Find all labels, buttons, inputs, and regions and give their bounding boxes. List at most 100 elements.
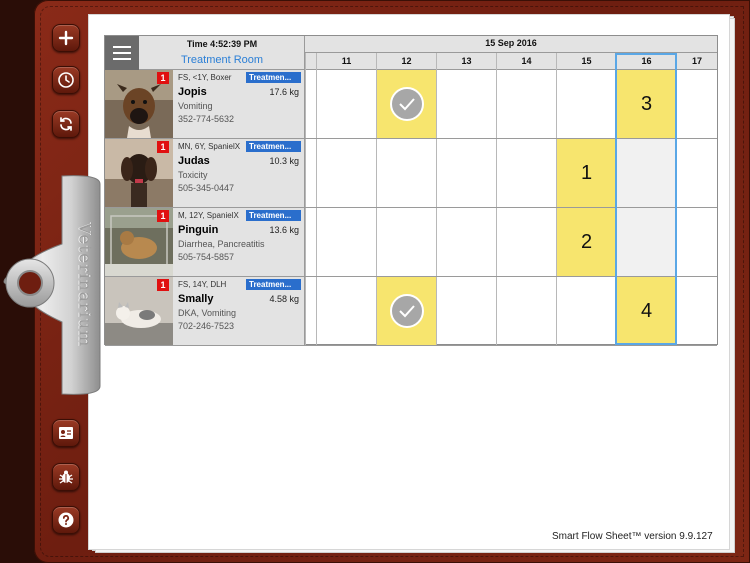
- task-cell[interactable]: [676, 70, 717, 138]
- hour-col-partial: [305, 53, 316, 70]
- patients-button[interactable]: [52, 419, 80, 447]
- patient-signalment: FS, <1Y, Boxer: [178, 73, 232, 82]
- patient-row-jopis[interactable]: 1 FS, <1Y, Boxer Treatmen... Jopis 17.6 …: [105, 70, 717, 139]
- task-cell[interactable]: [436, 139, 496, 207]
- patient-weight: 4.58 kg: [269, 294, 299, 304]
- patient-problem: Diarrhea, Pancreatitis: [178, 239, 265, 249]
- patient-name: Smally: [178, 293, 214, 305]
- task-cell[interactable]: [376, 208, 436, 276]
- hour-label[interactable]: 17: [676, 53, 717, 70]
- refresh-icon: [60, 117, 72, 131]
- task-count: 4: [640, 299, 653, 322]
- version-text: Smart Flow Sheet™ version 9.9.127: [552, 531, 713, 542]
- task-cell[interactable]: [676, 277, 717, 345]
- task-cell-scheduled[interactable]: 2: [556, 208, 616, 276]
- patient-photo[interactable]: 1: [105, 139, 173, 207]
- patient-info[interactable]: MN, 6Y, SpanielX Treatmen... Judas 10.3 …: [173, 139, 305, 207]
- bug-icon: [59, 470, 73, 484]
- header-left: Time 4:52:39 PM Treatment Room: [105, 36, 305, 70]
- checkmark-icon: [390, 87, 424, 121]
- task-cell[interactable]: [616, 208, 676, 276]
- task-cell-scheduled[interactable]: 3: [616, 70, 676, 138]
- task-cell[interactable]: [316, 70, 376, 138]
- treatment-tag[interactable]: Treatmen...: [246, 210, 301, 221]
- task-cell[interactable]: [676, 139, 717, 207]
- current-time: Time 4:52:39 PM: [186, 39, 258, 49]
- task-cell[interactable]: [496, 70, 556, 138]
- help-icon: [58, 512, 74, 528]
- task-cell[interactable]: [436, 277, 496, 345]
- hamburger-icon-line: [113, 58, 131, 60]
- help-button[interactable]: [52, 506, 80, 534]
- hour-label[interactable]: 11: [316, 53, 376, 70]
- treatment-tag[interactable]: Treatmen...: [246, 141, 301, 152]
- patient-problem: Vomiting: [178, 101, 213, 111]
- patient-weight: 10.3 kg: [269, 156, 299, 166]
- menu-button[interactable]: [105, 36, 139, 70]
- task-cell[interactable]: [305, 70, 316, 138]
- task-cell[interactable]: [436, 70, 496, 138]
- task-cell[interactable]: [316, 277, 376, 345]
- task-cell[interactable]: [376, 139, 436, 207]
- brand-label: Veterinarium: [74, 222, 95, 348]
- treatment-tag[interactable]: Treatmen...: [246, 279, 301, 290]
- patient-photo[interactable]: 1: [105, 277, 173, 345]
- patient-photo[interactable]: 1: [105, 70, 173, 138]
- hour-label[interactable]: 14: [496, 53, 556, 70]
- task-cell[interactable]: [305, 277, 316, 345]
- patient-weight: 13.6 kg: [269, 225, 299, 235]
- task-cell[interactable]: [556, 277, 616, 345]
- task-cell[interactable]: [676, 208, 717, 276]
- patient-signalment: M, 12Y, SpanielX: [178, 211, 239, 220]
- hour-label[interactable]: 13: [436, 53, 496, 70]
- task-count: 3: [640, 92, 653, 115]
- alert-badge[interactable]: 1: [157, 141, 169, 153]
- patient-row-pinguin[interactable]: 1 M, 12Y, SpanielX Treatmen... Pinguin 1…: [105, 208, 717, 277]
- add-button[interactable]: [52, 24, 80, 52]
- alert-badge[interactable]: 1: [157, 210, 169, 222]
- patient-phone: 352-774-5632: [178, 114, 235, 124]
- refresh-button[interactable]: [52, 110, 80, 138]
- task-cell-completed[interactable]: [376, 70, 436, 138]
- task-cell[interactable]: [305, 208, 316, 276]
- history-button[interactable]: [52, 66, 80, 94]
- alert-badge[interactable]: 1: [157, 72, 169, 84]
- patient-name: Judas: [178, 155, 210, 167]
- hour-label[interactable]: 16: [616, 53, 676, 70]
- task-cell[interactable]: [496, 208, 556, 276]
- task-cell[interactable]: [496, 139, 556, 207]
- id-card-icon: [59, 427, 73, 439]
- task-count: 1: [580, 161, 593, 184]
- task-cell[interactable]: [305, 139, 316, 207]
- patient-problem: Toxicity: [178, 170, 208, 180]
- hour-label[interactable]: 12: [376, 53, 436, 70]
- patient-phone: 505-754-5857: [178, 252, 235, 262]
- patient-row-smally[interactable]: 1 FS, 14Y, DLH Treatmen... Smally 4.58 k…: [105, 277, 717, 346]
- task-cell[interactable]: [556, 70, 616, 138]
- treatment-tag[interactable]: Treatmen...: [246, 72, 301, 83]
- alert-badge[interactable]: 1: [157, 279, 169, 291]
- patient-info[interactable]: M, 12Y, SpanielX Treatmen... Pinguin 13.…: [173, 208, 305, 276]
- task-cell[interactable]: [436, 208, 496, 276]
- plus-icon: [58, 30, 74, 46]
- bug-report-button[interactable]: [52, 463, 80, 491]
- task-cell[interactable]: [316, 139, 376, 207]
- task-count: 2: [580, 230, 593, 253]
- task-cell[interactable]: [316, 208, 376, 276]
- patient-row-judas[interactable]: 1 MN, 6Y, SpanielX Treatmen... Judas 10.…: [105, 139, 717, 208]
- patient-weight: 17.6 kg: [269, 87, 299, 97]
- task-cell-completed[interactable]: [376, 277, 436, 345]
- room-selector[interactable]: Treatment Room: [139, 54, 305, 66]
- task-cell[interactable]: [496, 277, 556, 345]
- task-cell[interactable]: [616, 139, 676, 207]
- header-timeline: 15 Sep 2016 11 12 13 14 15 16 17: [305, 36, 717, 70]
- patient-photo[interactable]: 1: [105, 208, 173, 276]
- task-cell-scheduled[interactable]: 4: [616, 277, 676, 345]
- hour-label[interactable]: 15: [556, 53, 616, 70]
- task-cell-scheduled[interactable]: 1: [556, 139, 616, 207]
- flow-sheet-grid: Time 4:52:39 PM Treatment Room 15 Sep 20…: [104, 35, 718, 346]
- patient-phone: 505-345-0447: [178, 183, 235, 193]
- patient-info[interactable]: FS, <1Y, Boxer Treatmen... Jopis 17.6 kg…: [173, 70, 305, 138]
- patient-info[interactable]: FS, 14Y, DLH Treatmen... Smally 4.58 kg …: [173, 277, 305, 345]
- hamburger-icon-line: [113, 52, 131, 54]
